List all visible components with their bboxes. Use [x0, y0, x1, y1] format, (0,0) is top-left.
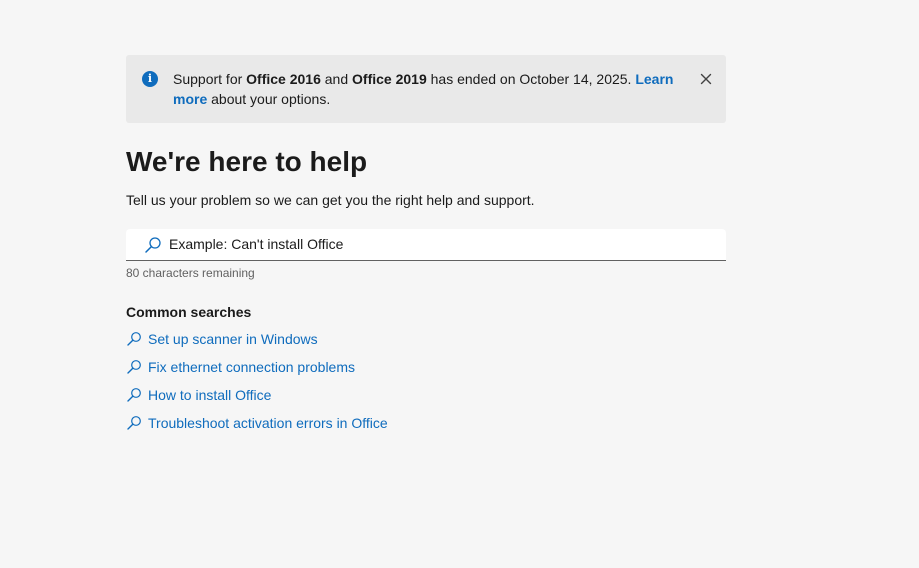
banner-text-part: has ended on October 14, 2025. [426, 71, 636, 87]
common-search-link-scanner[interactable]: Set up scanner in Windows [126, 329, 318, 349]
common-search-label: Set up scanner in Windows [148, 331, 318, 347]
search-icon [127, 416, 141, 430]
common-search-link-install-office[interactable]: How to install Office [126, 385, 271, 405]
common-search-label: Troubleshoot activation errors in Office [148, 415, 388, 431]
page-subtitle: Tell us your problem so we can get you t… [126, 192, 535, 208]
common-search-link-ethernet[interactable]: Fix ethernet connection problems [126, 357, 355, 377]
banner-text-part: about your options. [207, 91, 331, 107]
list-item: How to install Office [126, 381, 388, 409]
banner-text-part: Support for [173, 71, 247, 87]
characters-remaining: 80 characters remaining [126, 266, 255, 280]
banner-message: Support for Office 2016 and Office 2019 … [173, 69, 683, 109]
search-icon [127, 360, 141, 374]
banner-text-part: and [320, 71, 353, 87]
list-item: Fix ethernet connection problems [126, 353, 388, 381]
search-icon [127, 332, 141, 346]
banner-product-office-2016: Office 2016 [246, 71, 321, 87]
info-icon: i [142, 71, 158, 87]
common-search-label: Fix ethernet connection problems [148, 359, 355, 375]
page-title: We're here to help [126, 146, 368, 177]
close-icon[interactable] [698, 71, 714, 87]
support-page: i Support for Office 2016 and Office 201… [0, 0, 919, 568]
common-searches-heading: Common searches [126, 304, 252, 320]
list-item: Set up scanner in Windows [126, 325, 388, 353]
common-search-link-activation[interactable]: Troubleshoot activation errors in Office [126, 413, 388, 433]
search-input[interactable] [169, 232, 709, 256]
list-item: Troubleshoot activation errors in Office [126, 409, 388, 437]
search-icon [145, 237, 161, 253]
search-icon [127, 388, 141, 402]
search-box[interactable] [126, 229, 726, 261]
end-of-support-banner: i Support for Office 2016 and Office 201… [126, 55, 726, 123]
common-search-label: How to install Office [148, 387, 272, 403]
common-searches-list: Set up scanner in Windows Fix ethernet c… [126, 325, 388, 437]
banner-product-office-2019: Office 2019 [352, 71, 427, 87]
